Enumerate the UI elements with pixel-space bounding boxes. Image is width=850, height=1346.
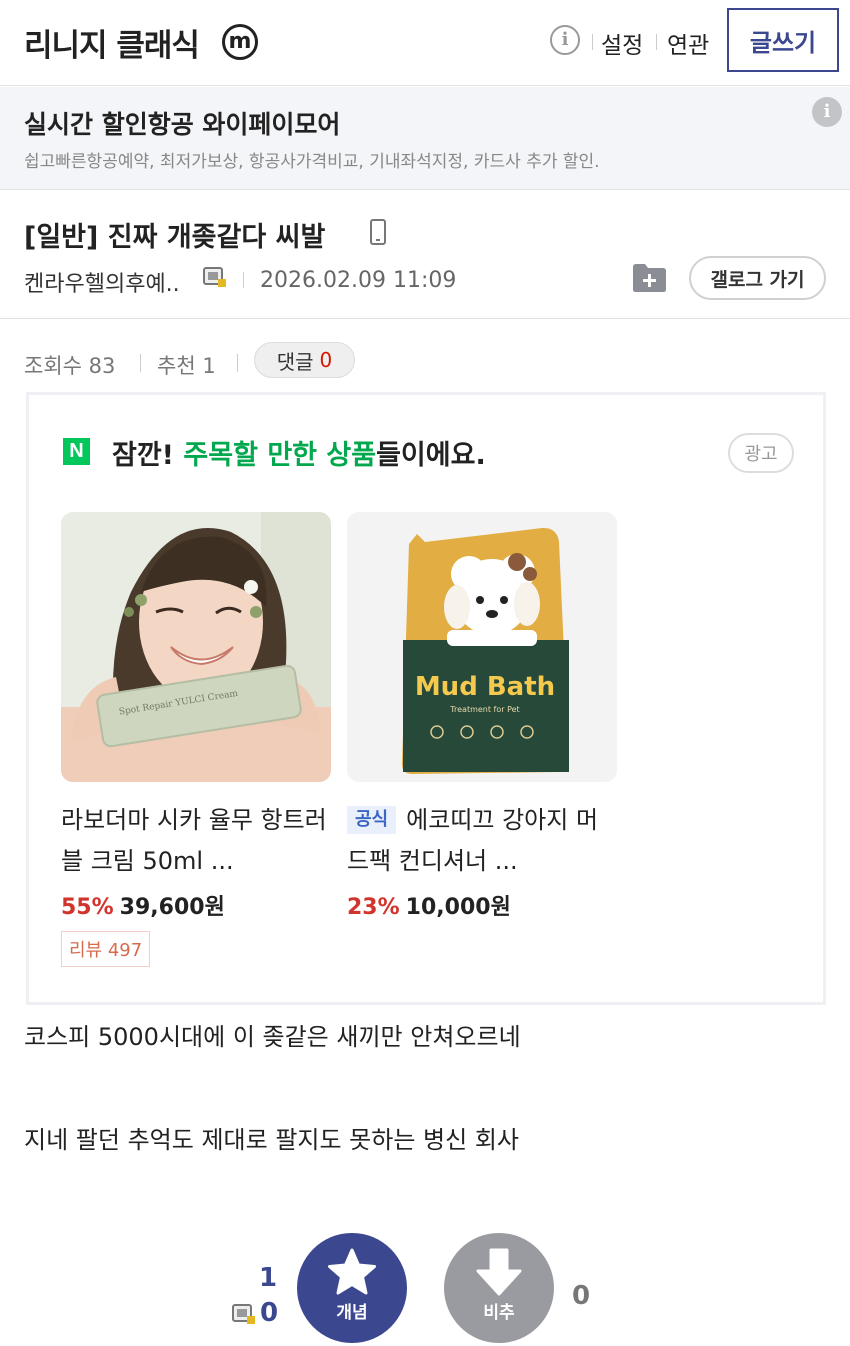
downvote-label: 비추 — [483, 1303, 515, 1323]
upvote-count: 1 — [259, 1263, 278, 1293]
top-header: 리니지 클래식 m i 설정 연관 글쓰기 — [0, 0, 850, 86]
mobile-icon — [370, 219, 386, 245]
upvote-label: 개념 — [336, 1303, 368, 1323]
divider — [0, 318, 850, 319]
folder-add-icon[interactable] — [632, 263, 667, 293]
product-card[interactable]: Spot Repair YULCI Cream 라보더마 시카 율무 항트러블 … — [61, 512, 331, 967]
product-price: 39,600원 — [119, 895, 225, 920]
header-separator — [592, 34, 593, 50]
product-name[interactable]: 라보더마 시카 율무 항트러블 크림 50ml ... — [61, 800, 331, 882]
review-count-badge: 리뷰 497 — [61, 931, 151, 967]
ad-title[interactable]: 실시간 할인항공 와이페이모어 — [24, 105, 340, 141]
downvote-count: 0 — [572, 1281, 591, 1311]
cream-model-photo: Spot Repair YULCI Cream — [61, 512, 331, 782]
product-price: 10,000원 — [405, 895, 511, 920]
headline-prefix: 잠깐! — [112, 440, 184, 471]
star-icon — [328, 1248, 376, 1295]
fixed-member-icon — [232, 1304, 255, 1324]
member-icon — [203, 267, 226, 287]
stat-separator — [140, 354, 141, 372]
comment-button[interactable]: 댓글 0 — [254, 342, 355, 378]
fixed-upvote-count: 0 — [260, 1298, 279, 1328]
headline-highlight: 주목할 만한 상품 — [183, 440, 377, 471]
meta-separator — [243, 272, 244, 288]
downvote-button[interactable]: 비추 — [444, 1233, 554, 1343]
post-date: 2026.02.09 11:09 — [260, 268, 457, 293]
gallog-button[interactable]: 갤로그 가기 — [689, 256, 826, 300]
price-line: 55% 39,600원 — [61, 889, 331, 921]
pouch-subtitle: Treatment for Pet — [449, 705, 519, 714]
related-link[interactable]: 연관 — [667, 26, 709, 60]
settings-link[interactable]: 설정 — [601, 26, 643, 60]
author-name[interactable]: 켄라우헬의후예.. — [24, 266, 180, 298]
minor-gallery-badge: m — [222, 24, 258, 60]
comment-count: 0 — [319, 348, 333, 372]
upvote-button[interactable]: 개념 — [297, 1233, 407, 1343]
product-image[interactable]: Mud Bath Treatment for Pet — [347, 512, 617, 782]
product-image[interactable]: Spot Repair YULCI Cream — [61, 512, 331, 782]
official-tag: 공식 — [347, 806, 397, 834]
mud-bath-pouch: Mud Bath Treatment for Pet — [347, 512, 617, 782]
down-arrow-icon — [476, 1248, 522, 1296]
info-icon[interactable]: i — [550, 25, 580, 55]
post-body-line: 코스피 5000시대에 이 좆같은 새끼만 안쳐오르네 — [24, 1023, 521, 1051]
shopping-headline: 잠깐! 주목할 만한 상품들이에요. — [112, 433, 486, 472]
discount-rate: 55% — [61, 895, 114, 920]
comment-label: 댓글 — [276, 349, 314, 374]
price-line: 23% 10,000원 — [347, 889, 617, 921]
shopping-ad-box: N 잠깐! 주목할 만한 상품들이에요. 광고 Spot Repair YULC… — [26, 392, 826, 1005]
ad-info-icon[interactable]: i — [812, 97, 842, 127]
ad-description: 쉽고빠른항공예약, 최저가보상, 항공사가격비교, 기내좌석지정, 카드사 추가… — [24, 152, 600, 172]
product-card[interactable]: Mud Bath Treatment for Pet 공식 에코띠끄 강아지 머드… — [347, 512, 617, 921]
headline-suffix: 들이에요. — [376, 440, 486, 471]
naver-logo-icon: N — [63, 438, 90, 465]
post-body-line: 지네 팔던 추억도 제대로 팔지도 못하는 병신 회사 — [24, 1126, 520, 1154]
recommend-count: 추천 1 — [157, 354, 216, 378]
discount-rate: 23% — [347, 895, 400, 920]
product-name[interactable]: 공식 에코띠끄 강아지 머드팩 컨디셔너 ... — [347, 800, 617, 882]
ad-label[interactable]: 광고 — [728, 433, 794, 473]
ad-banner[interactable]: 실시간 할인항공 와이페이모어 쉽고빠른항공예약, 최저가보상, 항공사가격비교… — [0, 87, 850, 190]
view-count: 조회수 83 — [24, 354, 116, 378]
post-title: [일반] 진짜 개좆같다 씨발 — [24, 222, 326, 253]
write-button[interactable]: 글쓰기 — [727, 8, 839, 72]
stat-separator — [237, 354, 238, 372]
pouch-title: Mud Bath — [415, 672, 555, 702]
gallery-title[interactable]: 리니지 클래식 — [24, 20, 200, 65]
header-separator — [656, 34, 657, 50]
